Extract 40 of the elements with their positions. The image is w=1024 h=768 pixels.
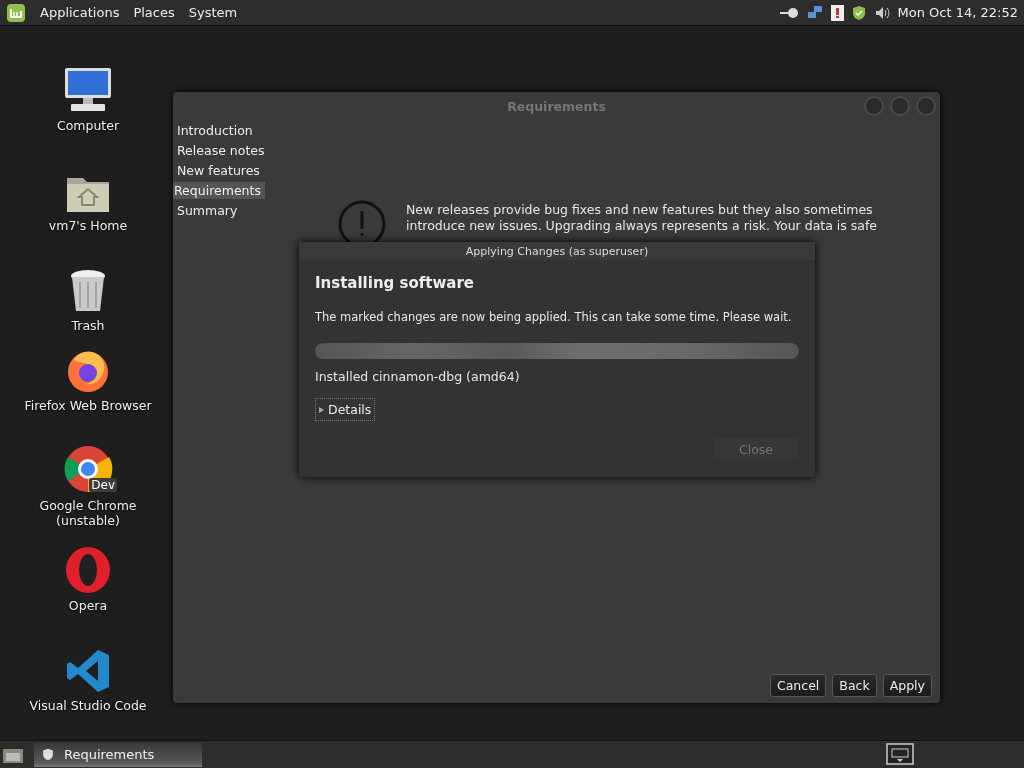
step-item[interactable]: New features <box>173 162 264 179</box>
key-icon[interactable] <box>778 6 799 19</box>
opera-icon <box>64 546 112 594</box>
panel-menu[interactable]: System <box>188 5 238 20</box>
dialog-title: Applying Changes (as superuser) <box>465 244 649 258</box>
step-item[interactable]: Release notes <box>173 142 269 159</box>
vscode-icon <box>65 648 111 694</box>
desktop-icon-label[interactable]: Firefox Web Browser <box>24 398 152 413</box>
computer-icon <box>63 66 113 114</box>
desktop-icon-label[interactable]: vm7's Home <box>48 218 128 233</box>
desktop-icon-label[interactable]: Computer <box>56 118 120 133</box>
taskbar-task[interactable]: Requirements <box>34 742 202 767</box>
wizard-button[interactable]: Cancel <box>770 674 827 697</box>
network-icon[interactable] <box>806 4 823 21</box>
shield-icon[interactable] <box>851 4 866 21</box>
panel-menu[interactable]: Places <box>133 5 175 20</box>
icon-badge: Dev <box>89 478 117 492</box>
step-item[interactable]: Introduction <box>173 122 257 139</box>
clock[interactable]: Mon Oct 14, 22:52 <box>897 5 1018 20</box>
desktop-icon-label[interactable]: Visual Studio Code <box>29 698 147 713</box>
shield-icon <box>42 748 54 761</box>
wizard-button[interactable]: Back <box>832 674 877 697</box>
status-text: Installed cinnamon-dbg (amd64) <box>315 369 521 384</box>
step-item[interactable]: Summary <box>173 202 242 219</box>
mint-logo-icon[interactable] <box>6 2 26 23</box>
dialog-heading: Installing software <box>315 274 476 292</box>
desktop-icon-label[interactable]: Trash <box>71 318 105 333</box>
warning-message: New releases provide bug fixes and new features but they also sometimes introduce new issues. Upgrading always represents a risk. Your data is safe <box>406 202 878 234</box>
step-item[interactable]: Requirements <box>173 182 265 199</box>
trash-icon <box>68 268 108 314</box>
desktop-icon-label[interactable]: Google Chrome (unstable) <box>39 498 137 528</box>
workspace-icon[interactable] <box>886 743 914 765</box>
details-expander[interactable]: Details <box>315 398 376 421</box>
window-title: Requirements <box>507 98 606 114</box>
expander-arrow-icon <box>319 406 324 413</box>
dialog-message: The marked changes are now being applied. This can take some time. Please wait. <box>315 309 793 325</box>
desktop-icon-label[interactable]: Opera <box>68 598 108 613</box>
alert-icon[interactable] <box>830 4 844 21</box>
panel-menu[interactable]: Applications <box>40 5 120 20</box>
wizard-button[interactable]: Apply <box>882 674 932 697</box>
